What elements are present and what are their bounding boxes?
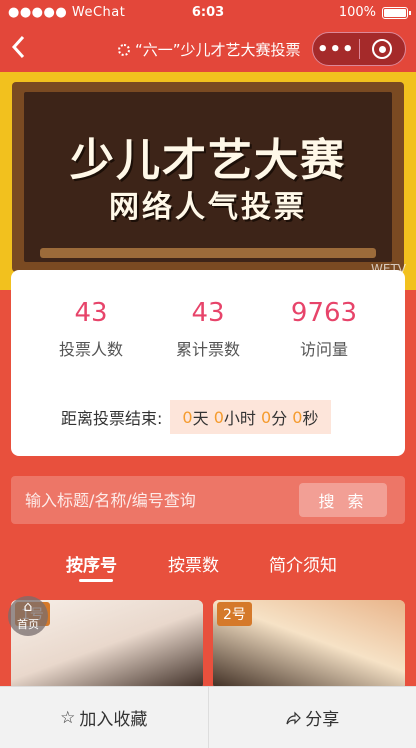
search-button[interactable]: 搜 索 bbox=[299, 483, 387, 517]
share-label: 分享 bbox=[305, 710, 340, 730]
stat-label: 投票人数 bbox=[58, 340, 123, 359]
stat-value: 43 bbox=[191, 298, 225, 328]
entry-card[interactable]: 2号 bbox=[213, 600, 405, 690]
stat-total-votes: 43 累计票数 bbox=[153, 298, 263, 360]
stat-visits: 9763 访问量 bbox=[269, 298, 379, 360]
tab-by-votes[interactable]: 按票数 bbox=[168, 551, 219, 576]
countdown-days-unit: 天 bbox=[192, 409, 209, 428]
stat-voters: 43 投票人数 bbox=[36, 298, 146, 360]
tab-intro-notice[interactable]: 简介须知 bbox=[269, 551, 337, 576]
countdown-seconds: 0 bbox=[292, 407, 303, 427]
banner-title: 少儿才艺大赛 bbox=[70, 135, 346, 186]
countdown-days: 0 bbox=[182, 407, 193, 427]
add-favorite-label: 加入收藏 bbox=[79, 710, 148, 730]
battery-icon bbox=[382, 6, 411, 19]
loading-spinner-icon bbox=[118, 43, 130, 56]
countdown-hours-unit: 小时 bbox=[223, 409, 256, 428]
countdown-hours: 0 bbox=[213, 407, 224, 427]
home-icon: ⌂ bbox=[23, 599, 33, 615]
mini-program-capsule: ••• bbox=[312, 32, 406, 66]
tab-by-number[interactable]: 按序号 bbox=[66, 551, 117, 576]
hero-banner: 少儿才艺大赛 网络人气投票 WETV bbox=[0, 72, 416, 290]
more-button[interactable]: ••• bbox=[313, 39, 359, 60]
stat-value: 9763 bbox=[290, 298, 358, 328]
battery-group: 100% bbox=[338, 5, 411, 20]
countdown: 距离投票结束: 0天 0 小时 0分 0秒 bbox=[61, 400, 331, 434]
stat-label: 累计票数 bbox=[175, 340, 240, 359]
stats-card: 43 投票人数 43 累计票数 9763 访问量 距离投票结束: 0天 0 小时 … bbox=[11, 270, 405, 456]
status-bar: ●●●●● WeChat 6:03 100% bbox=[0, 0, 416, 26]
home-label: 首页 bbox=[17, 618, 39, 631]
close-miniprogram-button[interactable] bbox=[359, 39, 405, 59]
countdown-label: 距离投票结束: bbox=[61, 409, 163, 428]
countdown-minutes: 0 bbox=[261, 407, 272, 427]
battery-percent: 100% bbox=[338, 5, 376, 20]
bottom-bar: ☆ 加入收藏 分享 bbox=[0, 686, 416, 748]
record-circle-icon bbox=[372, 39, 393, 59]
nav-bar: “六一”少儿才艺大赛投票 ••• bbox=[0, 26, 416, 72]
stat-label: 访问量 bbox=[299, 340, 348, 359]
countdown-seconds-unit: 秒 bbox=[302, 409, 319, 428]
search-bar: 搜 索 bbox=[11, 476, 405, 524]
add-favorite-button[interactable]: ☆ 加入收藏 bbox=[0, 687, 208, 748]
stat-value: 43 bbox=[74, 298, 108, 328]
share-icon bbox=[286, 711, 302, 724]
page-title: “六一”少儿才艺大赛投票 bbox=[135, 41, 301, 59]
page-title-group: “六一”少儿才艺大赛投票 bbox=[118, 39, 301, 60]
star-icon: ☆ bbox=[60, 707, 76, 728]
active-tab-indicator bbox=[79, 579, 113, 582]
home-button[interactable]: ⌂ 首页 bbox=[8, 596, 48, 636]
countdown-minutes-unit: 分 bbox=[271, 409, 288, 428]
countdown-timer: 0天 0 小时 0分 0秒 bbox=[170, 400, 331, 434]
entry-number-badge: 2号 bbox=[217, 602, 252, 626]
banner-subtitle: 网络人气投票 bbox=[109, 190, 307, 225]
sort-tabs: 按序号 按票数 简介须知 bbox=[0, 545, 416, 585]
chevron-left-icon bbox=[11, 35, 25, 59]
back-button[interactable] bbox=[10, 34, 26, 66]
chalk-ledge bbox=[40, 248, 376, 258]
share-button[interactable]: 分享 bbox=[209, 687, 416, 748]
search-input[interactable] bbox=[25, 476, 295, 524]
